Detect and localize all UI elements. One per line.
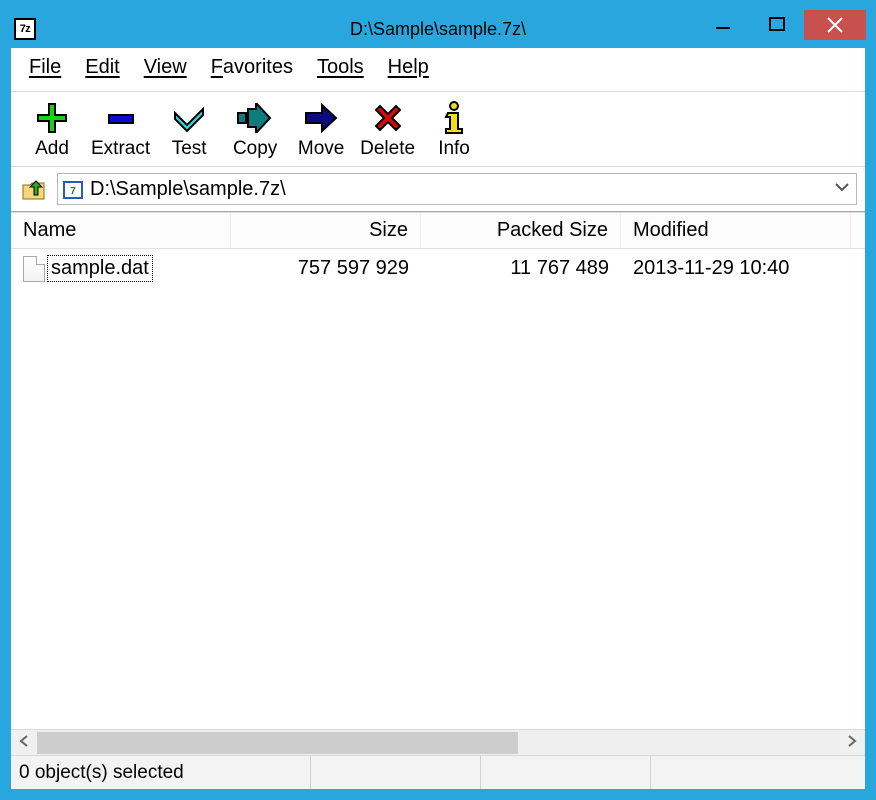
menu-edit[interactable]: Edit (79, 54, 125, 81)
status-cell-3 (481, 756, 651, 789)
info-label: Info (438, 138, 470, 160)
delete-label: Delete (360, 138, 415, 160)
scroll-track[interactable] (37, 732, 839, 754)
col-modified[interactable]: Modified (621, 213, 851, 248)
delete-x-icon (372, 100, 404, 136)
table-row[interactable]: sample.dat 757 597 929 11 767 489 2013-1… (11, 249, 865, 288)
menu-tools[interactable]: Tools (311, 54, 370, 81)
chevron-down-icon[interactable] (834, 179, 850, 200)
toolbar: Add Extract Test Copy (11, 92, 865, 167)
up-folder-button[interactable] (19, 174, 49, 204)
status-selection: 0 object(s) selected (11, 756, 311, 789)
app-icon: 7z (14, 18, 36, 40)
client-area: File Edit View Favorites Tools Help Add … (10, 48, 866, 790)
plus-icon (35, 100, 69, 136)
file-name: sample.dat (47, 255, 153, 282)
add-label: Add (35, 138, 69, 160)
check-icon (171, 100, 207, 136)
horizontal-scrollbar[interactable] (11, 729, 865, 755)
column-headers: Name Size Packed Size Modified (11, 213, 865, 249)
extract-button[interactable]: Extract (85, 98, 156, 162)
status-cell-2 (311, 756, 481, 789)
menu-file[interactable]: File (23, 54, 67, 81)
file-list: Name Size Packed Size Modified sample.da… (11, 212, 865, 755)
extract-label: Extract (91, 138, 150, 160)
scroll-thumb[interactable] (37, 732, 518, 754)
col-size[interactable]: Size (231, 213, 421, 248)
statusbar: 0 object(s) selected (11, 755, 865, 789)
cell-packed: 11 767 489 (421, 255, 621, 282)
titlebar: 7z D:\Sample\sample.7z\ (10, 10, 866, 48)
test-label: Test (172, 138, 207, 160)
move-arrow-icon (302, 100, 340, 136)
up-folder-icon (20, 175, 48, 203)
copy-label: Copy (233, 138, 277, 160)
path-field[interactable]: 7 D:\Sample\sample.7z\ (57, 173, 857, 205)
copy-button[interactable]: Copy (222, 98, 288, 162)
close-button[interactable] (804, 10, 866, 40)
menu-view[interactable]: View (138, 54, 193, 81)
col-name[interactable]: Name (11, 213, 231, 248)
menu-favorites-rest: avorites (223, 56, 293, 78)
cell-modified: 2013-11-29 10:40 (621, 255, 851, 282)
maximize-button[interactable] (750, 10, 804, 40)
delete-button[interactable]: Delete (354, 98, 421, 162)
move-label: Move (298, 138, 344, 160)
app-window: 7z D:\Sample\sample.7z\ File Edit View F… (10, 10, 866, 790)
cell-name: sample.dat (11, 253, 231, 284)
scroll-left-icon[interactable] (11, 734, 37, 752)
menu-help[interactable]: Help (382, 54, 435, 81)
pathbar: 7 D:\Sample\sample.7z\ (11, 167, 865, 212)
scroll-right-icon[interactable] (839, 734, 865, 752)
minimize-button[interactable] (696, 10, 750, 40)
file-rows: sample.dat 757 597 929 11 767 489 2013-1… (11, 249, 865, 729)
copy-arrow-icon (236, 100, 274, 136)
svg-text:7: 7 (70, 186, 76, 197)
window-controls (696, 10, 866, 40)
info-button[interactable]: Info (421, 98, 487, 162)
file-icon (23, 256, 45, 282)
path-text: D:\Sample\sample.7z\ (90, 178, 286, 201)
minus-icon (104, 100, 138, 136)
test-button[interactable]: Test (156, 98, 222, 162)
move-button[interactable]: Move (288, 98, 354, 162)
cell-size: 757 597 929 (231, 255, 421, 282)
col-packed[interactable]: Packed Size (421, 213, 621, 248)
info-icon (441, 100, 467, 136)
add-button[interactable]: Add (19, 98, 85, 162)
menu-favorites[interactable]: Favorites (205, 54, 299, 81)
menubar: File Edit View Favorites Tools Help (11, 48, 865, 92)
archive-icon: 7 (62, 178, 84, 200)
